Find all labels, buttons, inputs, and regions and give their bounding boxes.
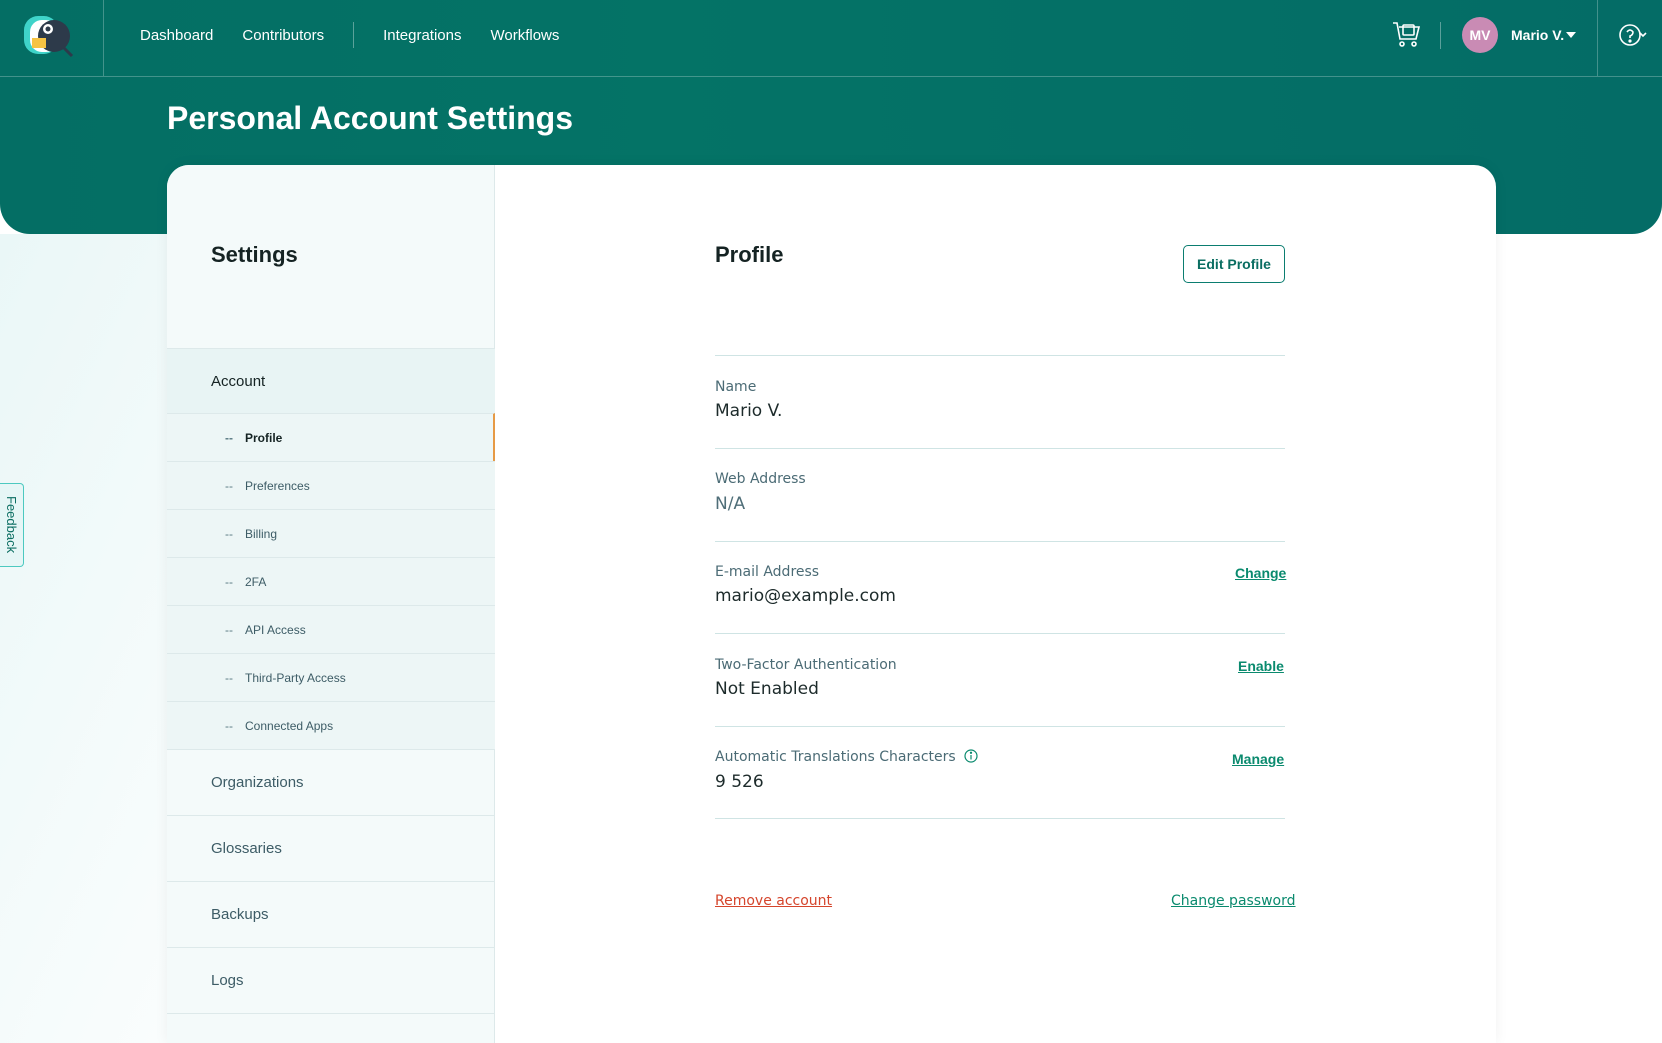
- nav-integrations[interactable]: Integrations: [383, 27, 461, 44]
- sidebar-subitem-api-access[interactable]: -- API Access: [167, 605, 495, 653]
- nav-contributors[interactable]: Contributors: [242, 27, 324, 44]
- name-value: Mario V.: [715, 401, 783, 421]
- nav-divider: [1440, 22, 1441, 49]
- sidebar-subitem-label: API Access: [245, 622, 306, 637]
- profile-title: Profile: [715, 242, 784, 267]
- help-cell: [1597, 0, 1662, 76]
- info-icon[interactable]: [964, 749, 978, 763]
- name-label: Name: [715, 379, 757, 395]
- sidebar-item-account[interactable]: Account: [167, 348, 495, 414]
- feedback-tab[interactable]: Feedback: [0, 483, 24, 567]
- sidebar-subitem-preferences[interactable]: -- Preferences: [167, 461, 495, 509]
- sidebar-title: Settings: [211, 242, 298, 267]
- email-label: E-mail Address: [715, 564, 820, 580]
- 2fa-label: Two-Factor Authentication: [715, 657, 897, 673]
- nav-divider: [353, 22, 355, 48]
- sidebar-subitem-profile[interactable]: -- Profile: [167, 413, 495, 461]
- web-address-value: N/A: [715, 494, 746, 514]
- sidebar-item-more: [167, 1013, 495, 1043]
- sidebar-subitem-connected-apps[interactable]: -- Connected Apps: [167, 701, 495, 749]
- settings-sidebar: Settings Account -- Profile -- Preferenc…: [167, 165, 495, 1043]
- sidebar-subitem-label: Profile: [245, 430, 283, 445]
- help-icon[interactable]: [1618, 22, 1648, 48]
- divider: [715, 633, 1285, 634]
- dash-marker: --: [225, 430, 233, 445]
- nav-dashboard[interactable]: Dashboard: [140, 27, 213, 44]
- dash-marker: --: [225, 670, 233, 685]
- web-address-label: Web Address: [715, 471, 806, 487]
- sidebar-item-logs[interactable]: Logs: [167, 947, 495, 1013]
- dash-marker: --: [225, 622, 233, 637]
- nav-workflows[interactable]: Workflows: [490, 27, 559, 44]
- translation-chars-label: Automatic Translations Characters: [715, 749, 978, 765]
- divider: [715, 818, 1285, 819]
- email-value: mario@example.com: [715, 586, 896, 606]
- divider: [715, 355, 1285, 356]
- feedback-label: Feedback: [4, 496, 19, 554]
- sidebar-item-glossaries[interactable]: Glossaries: [167, 815, 495, 881]
- edit-profile-button[interactable]: Edit Profile: [1183, 245, 1285, 283]
- translation-chars-label-text: Automatic Translations Characters: [715, 749, 956, 765]
- sidebar-subitem-label: Preferences: [245, 478, 310, 493]
- page-title: Personal Account Settings: [167, 100, 573, 136]
- sidebar-item-backups[interactable]: Backups: [167, 881, 495, 947]
- logo-cell: [0, 0, 104, 76]
- dash-marker: --: [225, 526, 233, 541]
- divider: [715, 448, 1285, 449]
- sidebar-subitem-label: Third-Party Access: [245, 670, 346, 685]
- sidebar-subitem-label: Connected Apps: [245, 718, 334, 733]
- sidebar-subitem-label: 2FA: [245, 574, 267, 589]
- change-email-link[interactable]: Change: [1235, 565, 1286, 581]
- sidebar-subitem-2fa[interactable]: -- 2FA: [167, 557, 495, 605]
- app-logo-icon[interactable]: [24, 14, 74, 58]
- sidebar-subitem-billing[interactable]: -- Billing: [167, 509, 495, 557]
- user-menu-name[interactable]: Mario V.: [1511, 27, 1564, 43]
- cart-icon[interactable]: [1391, 19, 1421, 49]
- dash-marker: --: [225, 478, 233, 493]
- translation-chars-value: 9 526: [715, 772, 764, 792]
- chevron-down-icon[interactable]: [1566, 32, 1576, 38]
- divider: [715, 541, 1285, 542]
- divider: [715, 726, 1285, 727]
- remove-account-link[interactable]: Remove account: [715, 893, 832, 909]
- sidebar-subitem-label: Billing: [245, 526, 278, 541]
- nav-links: Dashboard Contributors Integrations Work…: [140, 0, 588, 70]
- sidebar-subitem-third-party-access[interactable]: -- Third-Party Access: [167, 653, 495, 701]
- enable-2fa-link[interactable]: Enable: [1238, 658, 1284, 674]
- settings-card: Settings Account -- Profile -- Preferenc…: [167, 165, 1496, 1043]
- dash-marker: --: [225, 574, 233, 589]
- 2fa-value: Not Enabled: [715, 679, 819, 699]
- manage-translations-link[interactable]: Manage: [1232, 751, 1284, 767]
- change-password-link[interactable]: Change password: [1171, 893, 1296, 909]
- avatar[interactable]: MV: [1462, 17, 1498, 53]
- top-navigation: Dashboard Contributors Integrations Work…: [0, 0, 1662, 77]
- dash-marker: --: [225, 718, 233, 733]
- sidebar-item-organizations[interactable]: Organizations: [167, 749, 495, 815]
